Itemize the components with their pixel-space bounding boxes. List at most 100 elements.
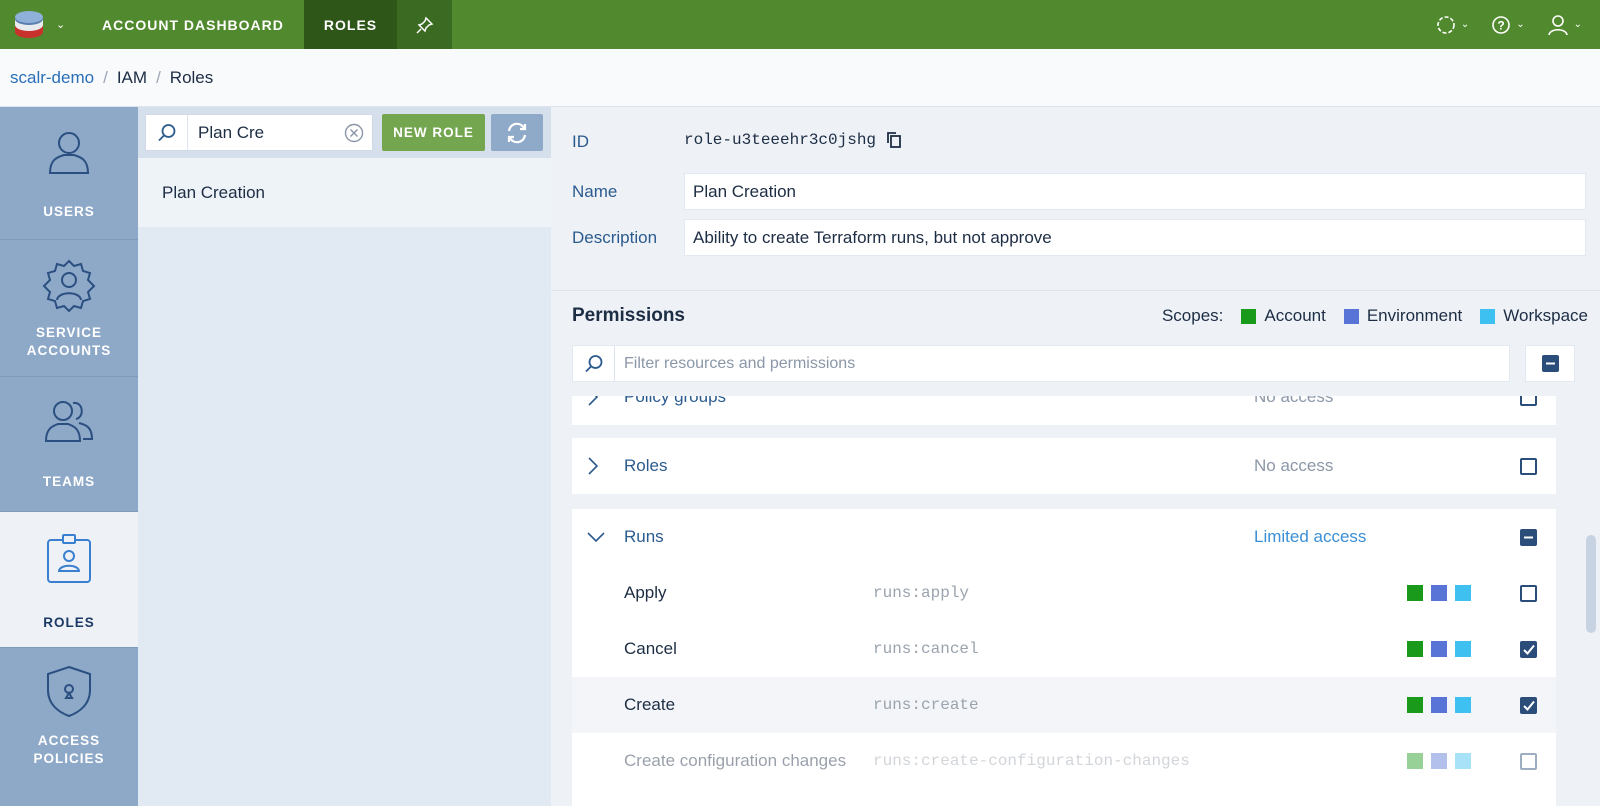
account-scope-swatch xyxy=(1241,308,1257,324)
breadcrumb-roles: Roles xyxy=(169,67,214,87)
breadcrumb-separator: / xyxy=(103,67,108,87)
permission-code: runs:cancel xyxy=(873,640,979,658)
role-list-item[interactable]: Plan Creation xyxy=(138,158,551,227)
permission-checkbox-checked[interactable] xyxy=(1520,696,1537,714)
resource-card-policy-groups: Policy groups No access xyxy=(572,396,1556,425)
sidebar-item-teams[interactable]: TEAMS xyxy=(0,377,138,512)
sidebar-item-label: SERVICE xyxy=(35,325,103,340)
clear-search-icon[interactable] xyxy=(344,123,364,143)
access-level: Limited access xyxy=(1254,527,1367,546)
role-id-text: role-u3teeehr3c0jshg xyxy=(684,131,877,149)
sidebar-item-label: TEAMS xyxy=(42,474,96,489)
permission-scopes xyxy=(1407,697,1471,713)
permission-checkbox[interactable] xyxy=(1520,584,1537,602)
sidebar-item-label: ACCOUNTS xyxy=(26,343,112,358)
permission-code: runs:create xyxy=(873,696,979,714)
chevron-right-icon xyxy=(588,396,599,406)
resource-name: Runs xyxy=(624,527,664,546)
role-search-box xyxy=(145,114,373,151)
permission-checkbox-checked[interactable] xyxy=(1520,640,1537,658)
roles-list-panel: NEW ROLE Plan Creation xyxy=(138,107,551,806)
breadcrumb-account[interactable]: scalr-demo xyxy=(10,68,94,88)
chevron-down-icon xyxy=(587,532,605,543)
new-role-button[interactable]: NEW ROLE xyxy=(382,114,485,151)
environment-scope-swatch xyxy=(1343,308,1359,324)
chevron-down-icon: ⌄ xyxy=(1516,19,1525,30)
permissions-filter-input[interactable] xyxy=(615,354,1475,373)
role-id-value: role-u3teeehr3c0jshg xyxy=(684,131,902,149)
user-menu[interactable]: ⌄ xyxy=(1547,14,1582,36)
breadcrumb-iam[interactable]: IAM xyxy=(117,68,147,88)
role-search-input[interactable] xyxy=(188,122,338,143)
resource-name: Roles xyxy=(624,456,668,475)
id-label: ID xyxy=(572,132,589,151)
permissions-scrollbar[interactable] xyxy=(1586,535,1596,633)
sidebar-item-roles[interactable]: ROLES xyxy=(0,512,138,648)
permissions-filter-box xyxy=(572,345,1510,382)
permission-scopes xyxy=(1407,753,1471,769)
refresh-button[interactable] xyxy=(491,114,543,151)
pin-button[interactable] xyxy=(397,0,453,49)
scopes-legend: Scopes: Account Environment Workspace xyxy=(1162,306,1588,326)
permission-checkbox[interactable] xyxy=(1520,752,1537,770)
sidebar-item-label: POLICIES xyxy=(33,751,105,766)
permission-row-create-configuration-changes[interactable]: Create configuration changes runs:create… xyxy=(572,733,1556,789)
resource-name: Policy groups xyxy=(624,396,727,406)
scopes-label: Scopes: xyxy=(1161,306,1224,325)
role-info-section: ID role-u3teeehr3c0jshg Name Plan Creati… xyxy=(551,107,1600,291)
permissions-title: Permissions xyxy=(572,305,685,326)
permission-row-apply[interactable]: Apply runs:apply xyxy=(572,565,1556,621)
sidebar-item-service-accounts[interactable]: SERVICE ACCOUNTS xyxy=(0,240,138,377)
scope-environment-label: Environment xyxy=(1366,306,1463,325)
resource-checkbox[interactable] xyxy=(1520,396,1537,406)
workspace-scope-swatch xyxy=(1480,308,1496,324)
user-profile-icon xyxy=(1547,14,1568,35)
permission-code: runs:create-configuration-changes xyxy=(873,752,1190,770)
teams-icon xyxy=(44,401,94,442)
top-navigation-bar: ⌄ ACCOUNT DASHBOARD ROLES ⌄ ? ⌄ ⌄ xyxy=(0,0,1600,49)
sidebar-item-label: ROLES xyxy=(43,615,95,630)
resource-card-runs: Runs Limited access Apply runs:apply Can… xyxy=(572,509,1556,806)
minus-checkbox-icon xyxy=(1541,355,1559,372)
nav-account-dashboard[interactable]: ACCOUNT DASHBOARD xyxy=(82,0,304,49)
roles-toolbar: NEW ROLE xyxy=(138,107,551,158)
sidebar-item-label: ACCESS xyxy=(37,733,101,748)
iam-sidebar: USERS SERVICE ACCOUNTS TEAMS ROLES ACCES… xyxy=(0,107,138,806)
permission-name: Apply xyxy=(624,583,667,602)
permission-scopes xyxy=(1407,585,1471,601)
permission-name: Create configuration changes xyxy=(624,751,847,770)
user-icon xyxy=(48,132,90,174)
checkmark-icon xyxy=(1522,700,1535,711)
resource-row-policy-groups[interactable]: Policy groups No access xyxy=(572,396,1556,425)
checkmark-icon xyxy=(1522,644,1535,655)
copy-icon[interactable] xyxy=(886,131,902,149)
shield-icon xyxy=(47,665,91,718)
resource-checkbox-partial[interactable] xyxy=(1520,528,1537,546)
sidebar-item-label: USERS xyxy=(43,204,95,219)
permission-name: Cancel xyxy=(624,639,677,658)
permission-code: runs:apply xyxy=(873,584,970,602)
sidebar-item-access-policies[interactable]: ACCESS POLICIES xyxy=(0,648,138,806)
chevron-down-icon: ⌄ xyxy=(1460,19,1470,30)
collapse-all-button[interactable] xyxy=(1525,345,1575,382)
minus-icon xyxy=(1524,536,1533,538)
name-field[interactable]: Plan Creation xyxy=(684,173,1586,210)
description-label: Description xyxy=(572,228,658,247)
permission-row-create[interactable]: Create runs:create xyxy=(572,677,1556,733)
service-account-icon xyxy=(42,259,96,313)
nav-roles[interactable]: ROLES xyxy=(303,0,398,49)
status-menu[interactable]: ⌄ xyxy=(1436,15,1469,35)
help-menu[interactable]: ? ⌄ xyxy=(1491,15,1525,35)
app-logo-menu[interactable]: ⌄ xyxy=(0,0,82,49)
access-level: No access xyxy=(1254,396,1334,406)
sidebar-item-users[interactable]: USERS xyxy=(0,107,138,240)
status-circle-icon xyxy=(1437,15,1455,34)
resource-checkbox[interactable] xyxy=(1520,457,1537,475)
resource-row-roles[interactable]: Roles No access xyxy=(572,438,1556,494)
resource-card-roles: Roles No access xyxy=(572,438,1556,494)
resource-row-runs[interactable]: Runs Limited access xyxy=(572,509,1556,565)
permission-row-cancel[interactable]: Cancel runs:cancel xyxy=(572,621,1556,677)
description-field[interactable]: Ability to create Terraform runs, but no… xyxy=(684,219,1586,256)
chevron-down-icon: ⌄ xyxy=(56,19,66,31)
permission-name: Create xyxy=(624,695,676,714)
